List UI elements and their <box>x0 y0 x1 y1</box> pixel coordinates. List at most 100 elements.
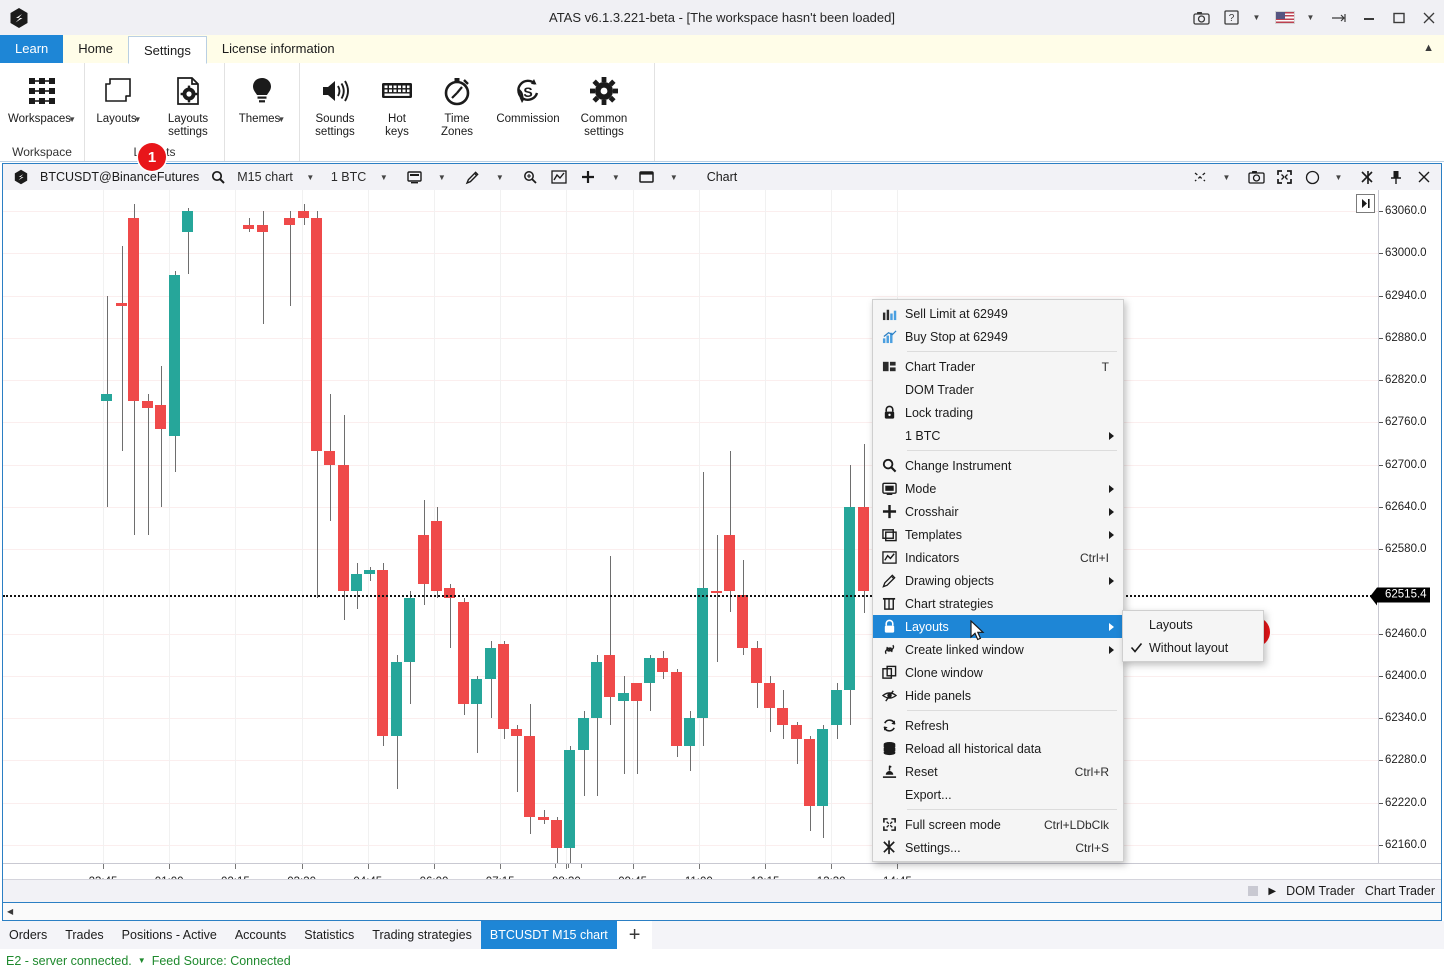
link-dropdown-caret[interactable]: ▼ <box>1215 166 1241 188</box>
menu-item-drawing-objects[interactable]: Drawing objects <box>873 569 1123 592</box>
volume-dropdown-caret[interactable]: ▼ <box>372 166 398 188</box>
bottom-tab-accounts[interactable]: Accounts <box>226 921 295 949</box>
menu-item-export[interactable]: Export... <box>873 783 1123 806</box>
menu-item-label: DOM Trader <box>905 383 1123 397</box>
chart-type-dropdown-caret[interactable]: ▼ <box>430 166 456 188</box>
add-icon[interactable] <box>575 166 601 188</box>
ribbon-button-time-zones[interactable]: TimeZones <box>426 67 488 138</box>
menu-item-reload-all-historical-data[interactable]: Reload all historical data <box>873 737 1123 760</box>
timeframe-dropdown-caret[interactable]: ▼ <box>299 166 325 188</box>
circle-dropdown-caret[interactable]: ▼ <box>1327 166 1353 188</box>
chevron-down-icon[interactable]: ▼ <box>277 115 285 124</box>
add-dropdown-caret[interactable]: ▼ <box>604 166 630 188</box>
ribbon-tab-home[interactable]: Home <box>63 35 128 63</box>
horizontal-scrollbar[interactable]: ◀ <box>2 903 1442 921</box>
help-dropdown-caret[interactable]: ▼ <box>1246 0 1270 35</box>
window-dropdown-caret[interactable]: ▼ <box>662 166 688 188</box>
menu-item-buy-stop-at-62949[interactable]: Buy Stop at 62949 <box>873 325 1123 348</box>
snapshot-icon[interactable] <box>1243 166 1269 188</box>
ribbon-button-hot-keys[interactable]: Hotkeys <box>368 67 426 138</box>
chart-timeframe-label[interactable]: M15 chart <box>234 166 296 188</box>
search-instrument-icon[interactable] <box>205 166 231 188</box>
menu-item-lock-trading[interactable]: Lock trading <box>873 401 1123 424</box>
footer-expand-icon[interactable]: ▶ <box>1268 886 1276 897</box>
pin-icon[interactable] <box>1383 166 1409 188</box>
ribbon-button-common-settings[interactable]: Commonsettings <box>568 67 640 138</box>
minimize-icon[interactable] <box>1354 0 1384 35</box>
add-tab-button[interactable]: + <box>617 921 653 949</box>
pencil-dropdown-caret[interactable]: ▼ <box>488 166 514 188</box>
chart-context-menu[interactable]: Sell Limit at 62949Buy Stop at 62949 Char… <box>872 299 1124 862</box>
svg-text:S: S <box>523 84 532 100</box>
footer-chart-trader-label[interactable]: Chart Trader <box>1365 884 1435 898</box>
menu-item-dom-trader[interactable]: DOM Trader <box>873 378 1123 401</box>
ribbon-button-commission[interactable]: S Commission <box>488 67 568 126</box>
fullscreen-icon[interactable] <box>1271 166 1297 188</box>
zoom-icon[interactable] <box>517 166 543 188</box>
bottom-tab-orders[interactable]: Orders <box>0 921 56 949</box>
price-axis[interactable]: 63060.063000.062940.062880.062820.062760… <box>1378 190 1441 864</box>
bottom-tab-trades[interactable]: Trades <box>56 921 112 949</box>
menu-item-chart-strategies[interactable]: Chart strategies <box>873 592 1123 615</box>
ribbon-button-themes[interactable]: Themes▼ <box>225 67 299 127</box>
menu-item-full-screen-mode[interactable]: Full screen modeCtrl+LDbClk <box>873 813 1123 836</box>
layouts-submenu[interactable]: LayoutsWithout layout <box>1122 610 1264 662</box>
scroll-left-arrow-icon[interactable]: ◀ <box>3 907 13 916</box>
ribbon-tab-license-information[interactable]: License information <box>207 35 350 63</box>
ribbon-button-workspaces[interactable]: Workspaces▼ <box>0 67 84 127</box>
chart-type-icon[interactable] <box>401 166 427 188</box>
chevron-down-icon[interactable]: ▼ <box>68 115 76 124</box>
link-icon[interactable] <box>1187 166 1213 188</box>
pencil-icon[interactable] <box>459 166 485 188</box>
menu-item-reset[interactable]: ResetCtrl+R <box>873 760 1123 783</box>
window-icon[interactable] <box>633 166 659 188</box>
chart-instrument-label[interactable]: BTCUSDT@BinanceFutures <box>37 170 202 184</box>
menu-item-label: Hide panels <box>905 689 1123 703</box>
ribbon-button-layouts[interactable]: Layouts▼ <box>85 67 153 127</box>
menu-item-layouts[interactable]: Layouts <box>873 615 1123 638</box>
submenu-item-without-layout[interactable]: Without layout <box>1123 636 1263 659</box>
menu-item-mode[interactable]: Mode <box>873 477 1123 500</box>
bottom-tab-trading-strategies[interactable]: Trading strategies <box>363 921 481 949</box>
chart-close-icon[interactable] <box>1411 166 1437 188</box>
menu-item-clone-window[interactable]: Clone window <box>873 661 1123 684</box>
chart-plot-area[interactable] <box>3 190 1379 864</box>
menu-item-sell-limit-at-62949[interactable]: Sell Limit at 62949 <box>873 302 1123 325</box>
language-flag-icon[interactable] <box>1270 0 1300 35</box>
commission-icon: S <box>511 71 545 111</box>
menu-item-indicators[interactable]: IndicatorsCtrl+I <box>873 546 1123 569</box>
menu-item-change-instrument[interactable]: Change Instrument <box>873 454 1123 477</box>
menu-item-1-btc[interactable]: 1 BTC <box>873 424 1123 447</box>
screenshot-icon[interactable] <box>1186 0 1216 35</box>
footer-toggle-icon[interactable] <box>1248 886 1258 896</box>
submenu-item-layouts[interactable]: Layouts <box>1123 613 1263 636</box>
menu-item-hide-panels[interactable]: Hide panels <box>873 684 1123 707</box>
collapse-ribbon-icon[interactable] <box>1324 0 1354 35</box>
menu-item-templates[interactable]: Templates <box>873 523 1123 546</box>
indicators-icon[interactable] <box>546 166 572 188</box>
ribbon-button-layouts-settings[interactable]: Layoutssettings <box>153 67 223 138</box>
footer-dom-trader-label[interactable]: DOM Trader <box>1286 884 1355 898</box>
chart-volume-label[interactable]: 1 BTC <box>328 166 369 188</box>
bottom-tab-statistics[interactable]: Statistics <box>295 921 363 949</box>
go-to-last-bar-icon[interactable] <box>1356 194 1375 213</box>
circle-icon[interactable] <box>1299 166 1325 188</box>
ribbon-button-sounds-settings[interactable]: Soundssettings <box>302 67 368 138</box>
menu-item-settings[interactable]: Settings...Ctrl+S <box>873 836 1123 859</box>
chevron-down-icon[interactable]: ▼ <box>134 115 142 124</box>
menu-item-create-linked-window[interactable]: Create linked window <box>873 638 1123 661</box>
bottom-tab-positions-active[interactable]: Positions - Active <box>113 921 226 949</box>
menu-item-chart-trader[interactable]: Chart TraderT <box>873 355 1123 378</box>
menu-item-crosshair[interactable]: Crosshair <box>873 500 1123 523</box>
ribbon-collapse-icon[interactable]: ▲ <box>1423 42 1434 54</box>
help-icon[interactable]: ? <box>1216 0 1246 35</box>
settings-icon[interactable] <box>1355 166 1381 188</box>
maximize-icon[interactable] <box>1384 0 1414 35</box>
status-dropdown-caret[interactable]: ▼ <box>138 956 146 965</box>
language-dropdown-caret[interactable]: ▼ <box>1300 0 1324 35</box>
bottom-tab-btcusdt-m15-chart[interactable]: BTCUSDT M15 chart <box>481 921 617 949</box>
ribbon-tab-settings[interactable]: Settings <box>128 36 207 64</box>
close-icon[interactable] <box>1414 0 1444 35</box>
ribbon-tab-learn[interactable]: Learn <box>0 35 63 63</box>
menu-item-refresh[interactable]: Refresh <box>873 714 1123 737</box>
